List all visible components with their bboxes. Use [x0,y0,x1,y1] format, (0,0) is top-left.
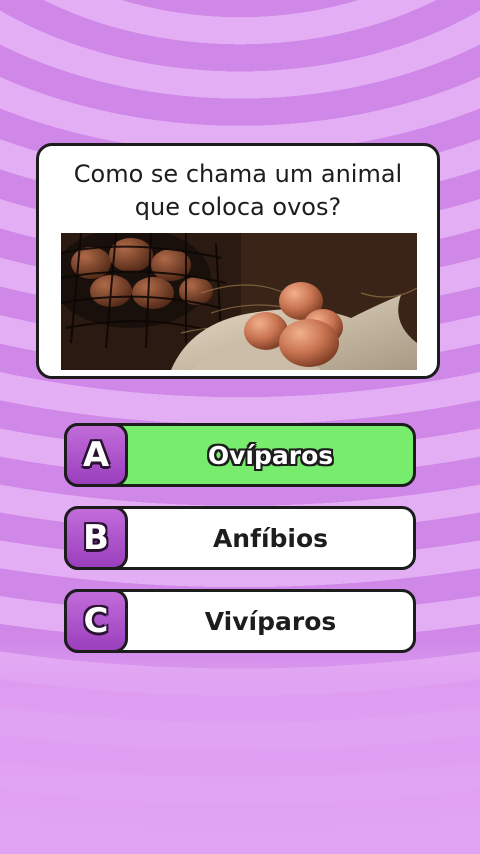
answer-option-a[interactable]: A Ovíparos [64,423,416,487]
answer-letter-b: B [83,518,109,558]
answer-text-b: Anfíbios [212,523,329,553]
answer-letter-badge-a: A [64,423,128,487]
question-line-1: Como se chama um animal [73,160,403,188]
answer-letter-badge-b: B [64,506,128,570]
question-line-2: que coloca ovos? [134,193,342,221]
eggs-illustration [61,233,417,370]
answer-text-a: Ovíparos [207,440,334,470]
question-card: Como se chama um animal que coloca ovos? [36,143,440,379]
answer-option-c[interactable]: C Vivíparos [64,589,416,653]
background-fade [0,640,480,854]
answer-letter-c: C [83,601,109,641]
answer-option-b[interactable]: B Anfíbios [64,506,416,570]
eggs-photo [61,233,417,370]
answer-letter-badge-c: C [64,589,128,653]
answer-letter-a: A [82,435,110,475]
answer-text-c: Vivíparos [204,606,337,636]
question-text: Como se chama um animal que coloca ovos? [39,158,437,224]
